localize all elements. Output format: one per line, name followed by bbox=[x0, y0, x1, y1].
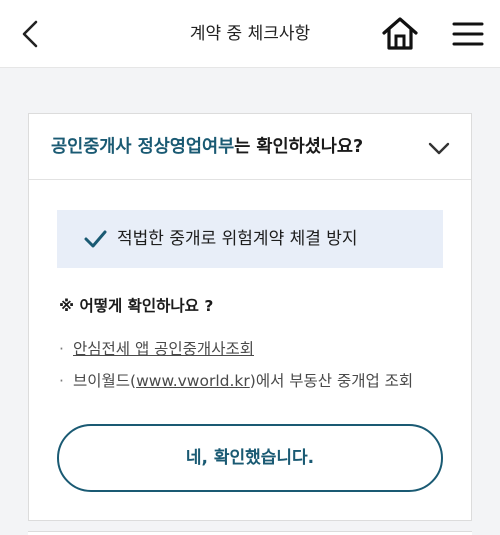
question-text: 공인중개사 정상영업여부는 확인하셨나요? bbox=[51, 114, 363, 180]
benefit-text: 적법한 중개로 위험계약 체결 방지 bbox=[117, 229, 358, 249]
accordion-header[interactable]: 공인중개사 정상영업여부는 확인하셨나요? bbox=[29, 114, 471, 180]
checklist-card: 공인중개사 정상영업여부는 확인하셨나요? 적법한 중개로 위험계약 체결 방지… bbox=[28, 113, 472, 521]
how-to-check-title: ※ 어떻게 확인하나요 ? bbox=[59, 297, 214, 315]
check-icon bbox=[84, 230, 107, 248]
confirm-button[interactable]: 네, 확인했습니다. bbox=[57, 424, 443, 492]
next-card-edge bbox=[28, 531, 472, 535]
list-suffix: )에서 부동산 중개업 조회 bbox=[249, 372, 414, 390]
check-method-list: · 안심전세 앱 공인중개사조회 · 브이월드(www.vworld.kr)에서… bbox=[59, 336, 459, 400]
hamburger-menu-icon bbox=[452, 22, 484, 46]
list-item: · 안심전세 앱 공인중개사조회 bbox=[59, 336, 459, 368]
menu-button[interactable] bbox=[450, 16, 486, 52]
benefit-box: 적법한 중개로 위험계약 체결 방지 bbox=[57, 210, 443, 268]
question-highlight: 공인중개사 정상영업여부 bbox=[51, 137, 235, 157]
bullet: · bbox=[59, 372, 64, 390]
home-icon bbox=[382, 17, 418, 50]
content-area: 공인중개사 정상영업여부는 확인하셨나요? 적법한 중개로 위험계약 체결 방지… bbox=[0, 68, 500, 535]
vworld-link[interactable]: www.vworld.kr bbox=[136, 372, 250, 390]
home-button[interactable] bbox=[380, 14, 420, 54]
app-lookup-link[interactable]: 안심전세 앱 공인중개사조회 bbox=[73, 340, 254, 358]
bullet: · bbox=[59, 340, 64, 358]
page-title: 계약 중 체크사항 bbox=[189, 24, 311, 44]
question-rest: 는 확인하셨나요? bbox=[234, 137, 364, 157]
top-app-bar: 계약 중 체크사항 bbox=[0, 0, 500, 68]
chevron-down-icon[interactable] bbox=[425, 134, 453, 162]
list-item: · 브이월드(www.vworld.kr)에서 부동산 중개업 조회 bbox=[59, 368, 459, 400]
list-prefix: 브이월드( bbox=[73, 372, 137, 390]
